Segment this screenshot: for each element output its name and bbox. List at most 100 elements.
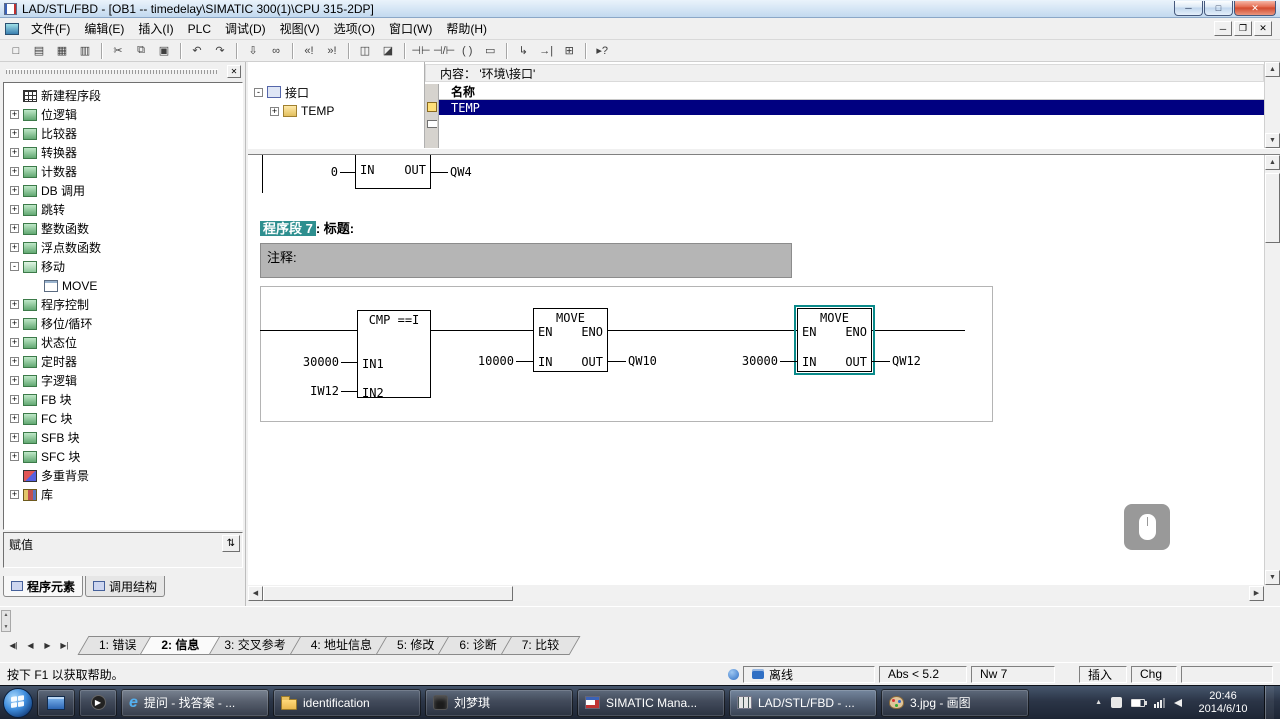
operand-value[interactable]: QW10 <box>628 354 657 368</box>
pinned-app-1-button[interactable] <box>37 688 75 717</box>
help-cursor-button[interactable]: ▸? <box>591 41 613 60</box>
expander-icon[interactable]: + <box>10 224 19 233</box>
sidebar-item-status-bits[interactable]: + 状态位 <box>4 333 242 352</box>
sidebar-item-word-logic[interactable]: + 字逻辑 <box>4 371 242 390</box>
download-button[interactable]: ⇩ <box>242 41 264 60</box>
declaration-row-temp[interactable]: TEMP <box>439 100 1264 115</box>
battery-icon[interactable] <box>1131 698 1147 707</box>
open-button[interactable]: ▤ <box>28 41 50 60</box>
expander-icon[interactable]: + <box>10 129 19 138</box>
sidebar-item-float-functions[interactable]: + 浮点数函数 <box>4 238 242 257</box>
editor-vertical-scrollbar[interactable]: ▲ ▼ <box>1264 155 1280 585</box>
operand-value[interactable]: QW4 <box>450 165 472 179</box>
sidebar-item-comparator[interactable]: + 比较器 <box>4 124 242 143</box>
sidebar-item-sfb-blocks[interactable]: + SFB 块 <box>4 428 242 447</box>
taskbar-simatic-manager-button[interactable]: SIMATIC Mana... <box>577 688 725 717</box>
menu-edit[interactable]: 编辑(E) <box>77 17 131 40</box>
sidebar-item-move[interactable]: - 移动 <box>4 257 242 276</box>
sidebar-item-db-call[interactable]: + DB 调用 <box>4 181 242 200</box>
taskbar-paint-button[interactable]: 3.jpg - 画图 <box>881 688 1029 717</box>
expander-icon[interactable]: + <box>270 106 279 116</box>
tab-nav-next-button[interactable]: ▶ <box>39 637 56 654</box>
undo-button[interactable]: ↶ <box>186 41 208 60</box>
expander-icon[interactable]: + <box>10 433 19 442</box>
sidebar-item-new-network[interactable]: 新建程序段 <box>4 86 242 105</box>
assignment-sort-button[interactable]: ⇅ <box>222 535 240 552</box>
expander-icon[interactable]: + <box>10 338 19 347</box>
expander-icon[interactable]: + <box>10 205 19 214</box>
cmp-block[interactable]: CMP ==I IN1 IN2 <box>357 310 431 400</box>
taskbar-clock[interactable]: 20:46 2014/6/10 <box>1191 690 1255 716</box>
sidebar-item-shift-rotate[interactable]: + 移位/循环 <box>4 314 242 333</box>
expander-icon[interactable]: + <box>10 414 19 423</box>
start-button[interactable] <box>3 687 33 718</box>
interface-tree-root[interactable]: - 接口 <box>254 84 309 100</box>
redo-button[interactable]: ↷ <box>209 41 231 60</box>
menu-help[interactable]: 帮助(H) <box>439 17 494 40</box>
scroll-down-button[interactable]: ▼ <box>1265 570 1280 585</box>
mdi-window-icon[interactable] <box>5 22 19 35</box>
scrollbar-thumb[interactable] <box>263 585 513 601</box>
sidebar-item-jumps[interactable]: + 跳转 <box>4 200 242 219</box>
expander-icon[interactable]: + <box>10 300 19 309</box>
maximize-button[interactable]: □ <box>1204 1 1233 16</box>
close-button[interactable]: ✕ <box>1234 1 1276 16</box>
horizontal-splitter[interactable] <box>248 148 1280 155</box>
taskbar-liumengqi-button[interactable]: 刘梦琪 <box>425 688 573 717</box>
expander-icon[interactable]: + <box>10 148 19 157</box>
sidebar-item-program-control[interactable]: + 程序控制 <box>4 295 242 314</box>
name-column-header[interactable]: 名称 <box>439 84 1264 100</box>
sidebar-item-libraries[interactable]: + 库 <box>4 485 242 504</box>
volume-icon[interactable] <box>1174 698 1182 707</box>
tab-nav-prev-button[interactable]: ◀ <box>22 637 39 654</box>
editor-horizontal-scrollbar[interactable]: ◀ ▶ <box>248 585 1264 601</box>
declaration-scrollbar[interactable]: ▲ ▼ <box>1264 62 1280 148</box>
copy-button[interactable]: ⧉ <box>130 41 152 60</box>
save-button[interactable]: ▦ <box>51 41 73 60</box>
expander-icon[interactable]: + <box>10 186 19 195</box>
tab-address-info[interactable]: 4: 地址信息 <box>295 636 388 655</box>
expander-icon[interactable]: + <box>10 490 19 499</box>
message-scrollbar[interactable]: ▲ ▼ <box>1 610 11 632</box>
paste-button[interactable]: ▣ <box>153 41 175 60</box>
tab-nav-first-button[interactable]: ◀| <box>5 637 22 654</box>
taskbar-ladstlfbd-button[interactable]: LAD/STL/FBD - ... <box>729 688 877 717</box>
menu-options[interactable]: 选项(O) <box>327 17 382 40</box>
interface-tree-temp[interactable]: + TEMP <box>270 103 334 119</box>
sidebar-item-multi-instance[interactable]: 多重背景 <box>4 466 242 485</box>
minimize-button[interactable]: ─ <box>1174 1 1203 16</box>
network-icon[interactable] <box>1154 697 1165 708</box>
expander-icon[interactable]: + <box>10 167 19 176</box>
tray-expand-button[interactable]: ▲ <box>1095 699 1102 706</box>
next-error-button[interactable]: »! <box>321 41 343 60</box>
scroll-up-button[interactable]: ▲ <box>1265 62 1280 77</box>
new-network-button[interactable]: ⊞ <box>558 41 580 60</box>
expander-icon[interactable]: - <box>254 87 263 97</box>
menu-debug[interactable]: 调试(D) <box>218 17 273 40</box>
prev-error-button[interactable]: «! <box>298 41 320 60</box>
empty-box-button[interactable]: ▭ <box>479 41 501 60</box>
operand-value[interactable]: 10000 <box>468 354 514 368</box>
menu-insert[interactable]: 插入(I) <box>131 17 180 40</box>
coil-button[interactable]: ( ) <box>456 41 478 60</box>
expander-icon[interactable]: - <box>10 262 19 271</box>
expander-icon[interactable]: + <box>10 452 19 461</box>
tab-info[interactable]: 2: 信息 <box>145 636 215 655</box>
expander-icon[interactable]: + <box>10 319 19 328</box>
scroll-up-button[interactable]: ▲ <box>4 612 9 618</box>
expander-icon[interactable]: + <box>10 110 19 119</box>
print-button[interactable]: ▥ <box>74 41 96 60</box>
sidebar-item-counter[interactable]: + 计数器 <box>4 162 242 181</box>
menu-file[interactable]: 文件(F) <box>24 17 77 40</box>
scroll-right-button[interactable]: ▶ <box>1249 585 1264 601</box>
sidebar-item-timers[interactable]: + 定时器 <box>4 352 242 371</box>
ladder-editor[interactable]: IN OUT 0 QW4 程序段 7: 标题: 注释: CMP ==I IN1 … <box>248 155 1264 585</box>
expander-icon[interactable]: + <box>10 243 19 252</box>
sidebar-item-sfc-blocks[interactable]: + SFC 块 <box>4 447 242 466</box>
scrollbar-thumb[interactable] <box>1265 173 1280 243</box>
new-button[interactable]: □ <box>5 41 27 60</box>
sidebar-item-fb-blocks[interactable]: + FB 块 <box>4 390 242 409</box>
sidebar-item-fc-blocks[interactable]: + FC 块 <box>4 409 242 428</box>
scroll-down-button[interactable]: ▼ <box>4 624 9 630</box>
operand-value[interactable]: QW12 <box>892 354 921 368</box>
